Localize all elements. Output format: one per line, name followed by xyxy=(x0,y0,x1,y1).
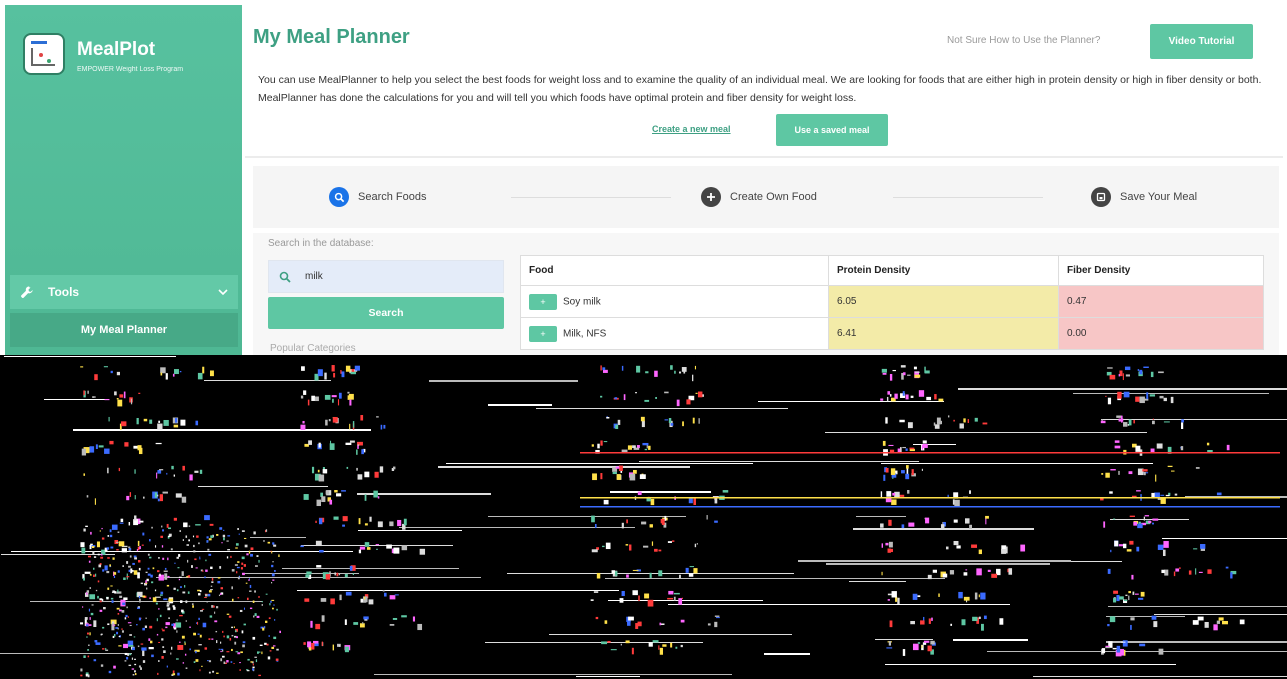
glitch-noise xyxy=(0,355,1287,679)
plus-icon xyxy=(701,187,721,207)
chevron-down-icon xyxy=(218,289,228,296)
sidebar: MealPlot EMPOWER Weight Loss Program Too… xyxy=(5,5,242,355)
table-row: + Soy milk 6.05 0.47 xyxy=(520,285,1264,318)
app-logo xyxy=(23,33,65,75)
search-icon xyxy=(279,271,291,283)
fiber-density-cell: 0.47 xyxy=(1058,285,1264,318)
create-new-meal-link[interactable]: Create a new meal xyxy=(652,124,731,134)
column-header-protein-density[interactable]: Protein Density xyxy=(828,255,1059,286)
step-progress: Search Foods Create Own Food Save Your M… xyxy=(253,166,1279,228)
sidebar-item-my-meal-planner[interactable]: My Meal Planner xyxy=(10,313,238,347)
step-label: Save Your Meal xyxy=(1120,191,1198,203)
food-name: Soy milk xyxy=(563,296,601,308)
help-text: Not Sure How to Use the Planner? xyxy=(947,35,1101,46)
food-cell: + Soy milk xyxy=(520,285,829,318)
step-create-own-food[interactable]: Create Own Food xyxy=(701,187,817,207)
sidebar-item-label: Tools xyxy=(48,285,80,299)
corrupted-image-region xyxy=(0,355,1287,679)
app-subtitle: EMPOWER Weight Loss Program xyxy=(77,66,184,73)
search-button[interactable]: Search xyxy=(268,297,504,329)
brand[interactable]: MealPlot EMPOWER Weight Loss Program xyxy=(23,33,183,75)
sidebar-item-tools[interactable]: Tools xyxy=(10,275,238,309)
food-results-table: Food Protein Density Fiber Density + Soy … xyxy=(520,255,1264,350)
step-label: Search Foods xyxy=(358,191,427,203)
save-icon xyxy=(1091,187,1111,207)
column-header-food[interactable]: Food xyxy=(520,255,829,286)
use-saved-meal-button[interactable]: Use a saved meal xyxy=(776,114,888,146)
protein-density-cell: 6.05 xyxy=(828,285,1059,318)
wrench-icon xyxy=(21,286,33,298)
step-save-your-meal[interactable]: Save Your Meal xyxy=(1091,187,1197,207)
search-input[interactable] xyxy=(305,271,485,282)
column-header-fiber-density[interactable]: Fiber Density xyxy=(1058,255,1264,286)
table-header-row: Food Protein Density Fiber Density xyxy=(520,255,1264,286)
protein-density-cell: 6.41 xyxy=(828,317,1059,350)
fiber-density-cell: 0.00 xyxy=(1058,317,1264,350)
planner-description: You can use MealPlanner to help you sele… xyxy=(258,74,1262,104)
divider xyxy=(245,156,1283,158)
step-connector xyxy=(511,197,671,198)
step-label: Create Own Food xyxy=(730,191,817,203)
add-food-button[interactable]: + xyxy=(529,325,557,342)
step-search-foods[interactable]: Search Foods xyxy=(329,187,426,207)
step-connector xyxy=(893,197,1043,198)
search-field[interactable] xyxy=(268,260,504,293)
page-title: My Meal Planner xyxy=(253,26,410,48)
add-food-button[interactable]: + xyxy=(529,293,557,310)
search-icon xyxy=(329,187,349,207)
popular-categories-label: Popular Categories xyxy=(270,343,356,354)
app-name: MealPlot xyxy=(77,39,156,60)
search-label: Search in the database: xyxy=(268,238,374,249)
food-cell: + Milk, NFS xyxy=(520,317,829,350)
food-name: Milk, NFS xyxy=(563,328,607,340)
video-tutorial-button[interactable]: Video Tutorial xyxy=(1150,24,1253,59)
table-row: + Milk, NFS 6.41 0.00 xyxy=(520,317,1264,350)
